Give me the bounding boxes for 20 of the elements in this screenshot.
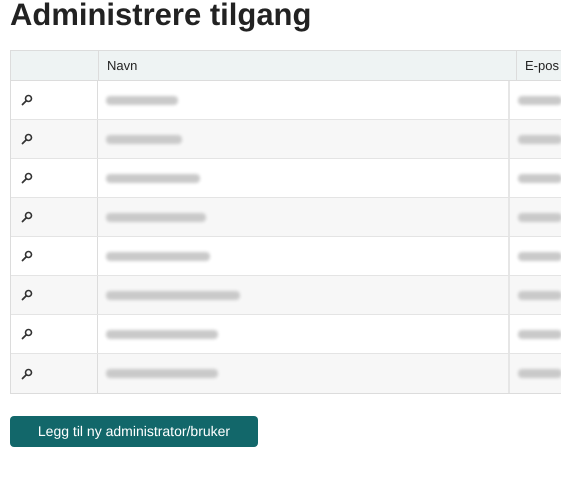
column-header: E-pos (525, 56, 559, 75)
search-icon[interactable] (21, 133, 33, 145)
blurred-text (518, 174, 561, 182)
search-icon[interactable] (21, 368, 33, 380)
search-icon[interactable] (21, 172, 33, 184)
search-icon[interactable] (21, 250, 33, 262)
add-admin-button[interactable]: Legg til ny administrator/bruker (10, 416, 258, 447)
search-icon[interactable] (21, 94, 33, 106)
column-header: Navn (107, 56, 138, 75)
blurred-text (518, 96, 561, 104)
search-icon[interactable] (21, 211, 33, 223)
blurred-text (518, 369, 561, 378)
search-icon[interactable] (21, 328, 33, 340)
page-title: Administrere tilgang (10, 0, 312, 32)
blurred-text (518, 134, 561, 144)
blurred-text (518, 290, 561, 300)
search-icon[interactable] (21, 289, 33, 301)
blurred-text (518, 252, 561, 260)
blurred-text (518, 330, 561, 338)
blurred-text (518, 212, 561, 222)
